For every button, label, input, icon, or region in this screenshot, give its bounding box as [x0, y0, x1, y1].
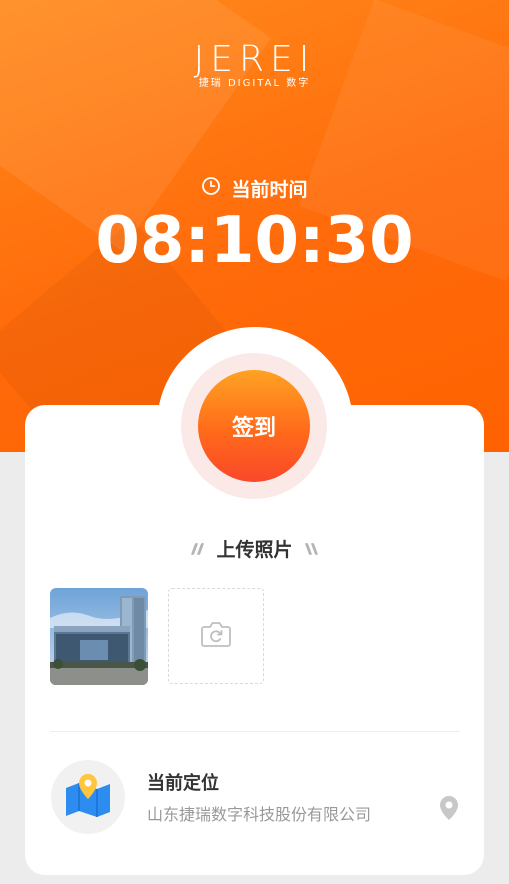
location-avatar [51, 760, 125, 834]
map-icon [63, 772, 113, 822]
location-address: 山东捷瑞数字科技股份有限公司 [147, 805, 372, 824]
current-time-value: 08:10:30 [95, 204, 414, 278]
title-decoration-right [304, 542, 318, 555]
signin-button[interactable]: 签到 [198, 370, 310, 482]
location-title: 当前定位 [147, 773, 219, 794]
clock-icon [201, 176, 231, 201]
logo-text: JEREI [193, 39, 316, 80]
upload-section-title: 上传照片 [25, 535, 484, 562]
uploaded-photo-thumbnail[interactable] [50, 588, 148, 685]
add-photo-button[interactable] [168, 588, 264, 684]
logo-subtitle: 捷瑞 DIGITAL 数字 [198, 78, 311, 89]
location-pin-icon[interactable] [437, 795, 461, 821]
brand-logo: JEREI 捷瑞 DIGITAL 数字 [0, 40, 509, 90]
current-time-label: 当前时间 [0, 175, 509, 202]
upload-title-text: 上传照片 [216, 539, 293, 561]
title-decoration-left [191, 542, 205, 555]
section-divider [50, 731, 460, 732]
camera-icon [200, 620, 232, 652]
time-label-text: 当前时间 [231, 179, 308, 201]
